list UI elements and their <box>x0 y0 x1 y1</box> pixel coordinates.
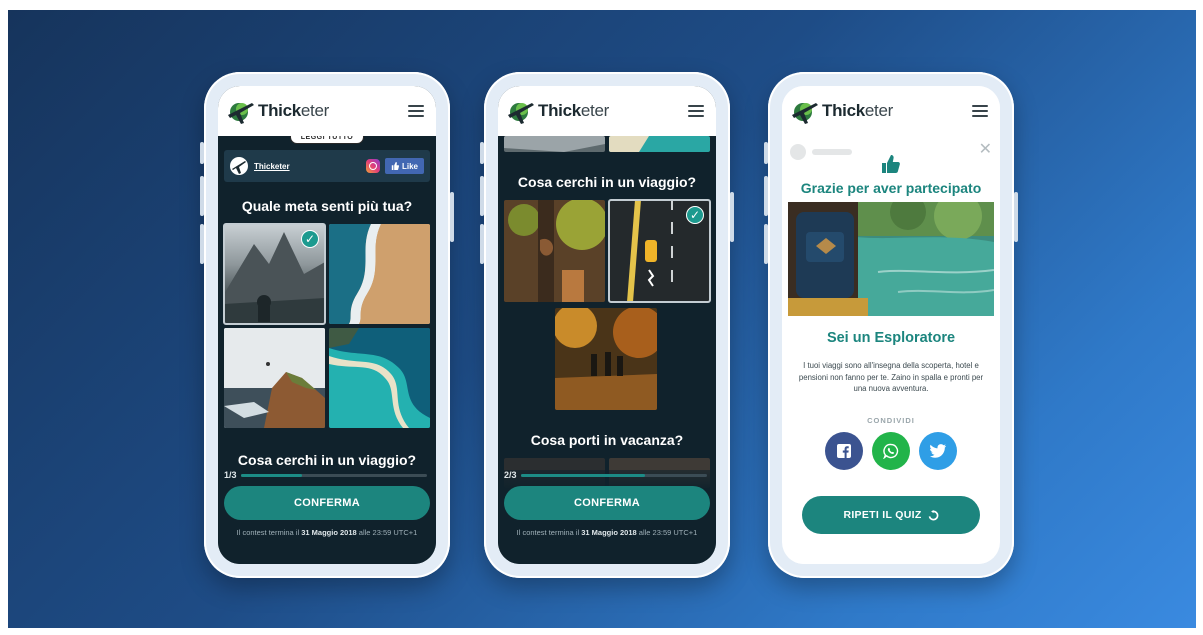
answer-tile-forest-walk[interactable] <box>555 308 657 410</box>
answer-tile-lagoon[interactable] <box>329 328 430 428</box>
progress-fill <box>240 473 302 477</box>
squirrel-forest-image <box>504 200 605 302</box>
progress-indicator: 2/3 <box>504 470 707 480</box>
progress-indicator: 1/3 <box>224 470 427 480</box>
plane-logo-icon <box>232 161 246 174</box>
progress-track <box>520 473 707 477</box>
retry-quiz-label: RIPETI IL QUIZ <box>843 509 922 521</box>
backpacker-river-image <box>788 202 994 316</box>
replay-icon <box>928 509 938 520</box>
facebook-like-button[interactable]: Like <box>384 158 424 174</box>
whatsapp-icon <box>883 443 899 459</box>
result-title: Sei un Esploratore <box>826 330 956 346</box>
contest-end-note: Il contest termina il 31 Maggio 2018 all… <box>236 528 418 537</box>
phone-1-screen: Thicketer LEGGI TUTTO Thicketer Like Qua… <box>218 86 436 564</box>
brand-name: Thicketer <box>822 101 893 120</box>
answer-tile-squirrel[interactable] <box>504 200 605 302</box>
answer-tile-partial[interactable] <box>609 136 710 152</box>
share-buttons <box>788 432 994 470</box>
hamburger-menu-icon[interactable] <box>408 105 424 117</box>
brand-logo[interactable]: Thicketer <box>506 97 609 125</box>
answer-tile-cliff[interactable] <box>224 328 325 428</box>
brand-logo[interactable]: Thicketer <box>790 97 893 125</box>
hamburger-menu-icon[interactable] <box>688 105 704 117</box>
hamburger-menu-icon[interactable] <box>972 105 988 117</box>
question-title: Quale meta senti più tua? <box>241 198 413 214</box>
progress-track <box>240 473 427 477</box>
contest-end-note: Il contest termina il 31 Maggio 2018 all… <box>516 528 698 537</box>
top-bar: Thicketer <box>218 86 436 136</box>
quiz-footer: 1/3 CONFERMA Il contest termina il 31 Ma… <box>218 470 436 564</box>
autumn-forest-image <box>555 308 657 410</box>
phone-3: Thicketer ✕ Grazie per aver partecipato <box>764 72 1018 578</box>
facebook-icon <box>837 444 851 458</box>
next-question-title: Cosa cerchi in un viaggio? <box>237 452 417 468</box>
phone-3-screen: Thicketer ✕ Grazie per aver partecipato <box>782 86 1000 564</box>
top-bar: Thicketer <box>782 86 1000 136</box>
result-image <box>788 202 994 316</box>
phone-1: Thicketer LEGGI TUTTO Thicketer Like Qua… <box>200 72 454 578</box>
brand-name: Thicketer <box>258 101 329 120</box>
brand-name: Thicketer <box>538 101 609 120</box>
facebook-page-card: Thicketer Like <box>224 150 430 182</box>
lagoon-image <box>609 136 649 152</box>
thanks-title: Grazie per aver partecipato <box>800 180 982 196</box>
plane-logo-icon <box>228 103 254 124</box>
checkmark-icon: ✓ <box>686 206 704 224</box>
phone-2-screen: Thicketer Cosa cerchi in un viaggio? ✓ C… <box>498 86 716 564</box>
next-question-title: Cosa porti in vacanza? <box>530 432 684 448</box>
result-description: I tuoi viaggi sono all'insegna della sco… <box>798 361 984 394</box>
share-whatsapp-button[interactable] <box>872 432 910 470</box>
close-icon[interactable]: ✕ <box>979 142 992 158</box>
progress-label: 1/3 <box>224 470 237 480</box>
confirm-button[interactable]: CONFERMA <box>224 486 430 520</box>
thumbs-up-icon <box>391 162 399 170</box>
plane-logo-icon <box>508 103 534 124</box>
background-stage: Thicketer LEGGI TUTTO Thicketer Like Qua… <box>8 10 1196 628</box>
share-label: CONDIVIDI <box>867 416 915 425</box>
aerial-lagoon-image <box>329 328 430 428</box>
answer-tile-mountains[interactable]: ✓ <box>223 223 326 325</box>
retry-quiz-button[interactable]: RIPETI IL QUIZ <box>802 496 980 534</box>
brand-logo[interactable]: Thicketer <box>226 97 329 125</box>
aerial-beach-image <box>329 224 430 324</box>
answer-tile-road-trip[interactable]: ✓ <box>608 199 711 303</box>
progress-fill <box>520 473 646 477</box>
result-card: Sei un Esploratore I tuoi viaggi sono al… <box>788 316 994 564</box>
question-title: Cosa cerchi in un viaggio? <box>517 174 697 190</box>
instagram-icon[interactable] <box>365 159 380 173</box>
top-bar: Thicketer <box>498 86 716 136</box>
cliff-diving-image <box>224 328 325 428</box>
phone-2: Thicketer Cosa cerchi in un viaggio? ✓ C… <box>480 72 734 578</box>
progress-label: 2/3 <box>504 470 517 480</box>
page-name-link[interactable]: Thicketer <box>254 162 290 171</box>
answer-tile-beach[interactable] <box>329 224 430 324</box>
quiz-footer: 2/3 CONFERMA Il contest termina il 31 Ma… <box>498 470 716 564</box>
plane-logo-icon <box>792 103 818 124</box>
checkmark-icon: ✓ <box>301 230 319 248</box>
twitter-icon <box>930 444 946 458</box>
page-avatar <box>230 157 248 175</box>
answer-tile-partial[interactable] <box>504 136 605 152</box>
share-twitter-button[interactable] <box>919 432 957 470</box>
confirm-button[interactable]: CONFERMA <box>504 486 710 520</box>
thumbs-up-icon <box>882 155 900 173</box>
rock-shore-image <box>504 136 605 152</box>
share-facebook-button[interactable] <box>825 432 863 470</box>
